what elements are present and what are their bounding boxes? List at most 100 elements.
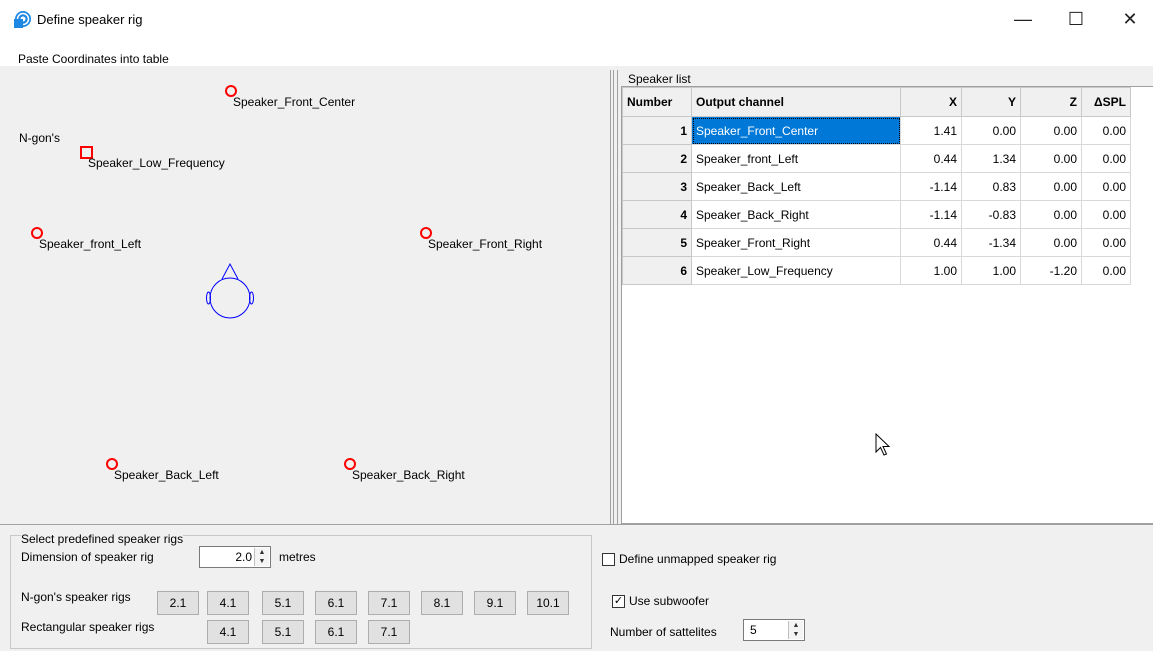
cell-y[interactable]: 1.34 bbox=[961, 144, 1021, 173]
column-header-y[interactable]: Y bbox=[961, 87, 1021, 117]
unmapped-rig-checkbox[interactable]: Define unmapped speaker rig bbox=[602, 552, 776, 566]
menu-paste-coordinates[interactable]: Paste Coordinates into table bbox=[18, 52, 169, 66]
cell-z[interactable]: 0.00 bbox=[1020, 116, 1082, 145]
cell-delta-spl[interactable]: 0.00 bbox=[1081, 228, 1131, 257]
cell-delta-spl[interactable]: 0.00 bbox=[1081, 200, 1131, 229]
ngon-rig-button-8-1[interactable]: 8.1 bbox=[421, 591, 463, 615]
satellites-spinbox[interactable]: 5 ▲ ▼ bbox=[743, 619, 805, 641]
predefined-rigs-title: Select predefined speaker rigs bbox=[21, 532, 184, 546]
ngon-rig-button-4-1[interactable]: 4.1 bbox=[207, 591, 249, 615]
speaker-label-front-right: Speaker_Front_Right bbox=[428, 237, 543, 251]
cell-z[interactable]: 0.00 bbox=[1020, 172, 1082, 201]
cell-x[interactable]: -1.14 bbox=[900, 200, 962, 229]
cell-delta-spl[interactable]: 0.00 bbox=[1081, 116, 1131, 145]
maximize-button[interactable]: ☐ bbox=[1053, 0, 1099, 38]
rect-rig-button-5-1[interactable]: 5.1 bbox=[262, 620, 304, 644]
cell-output-channel[interactable]: Speaker_Low_Frequency bbox=[691, 256, 901, 285]
column-header-delta-spl[interactable]: ΔSPL bbox=[1081, 87, 1131, 117]
subwoofer-checkbox[interactable]: ✓ Use subwoofer bbox=[612, 594, 709, 608]
satellites-label: Number of sattelites bbox=[610, 625, 717, 639]
cell-output-channel[interactable]: Speaker_Front_Right bbox=[691, 228, 901, 257]
close-button[interactable]: ✕ bbox=[1107, 0, 1153, 38]
table-row[interactable]: 4 Speaker_Back_Right -1.14 -0.83 0.00 0.… bbox=[622, 200, 1131, 229]
rect-rigs-label: Rectangular speaker rigs bbox=[21, 620, 155, 634]
checkmark-icon[interactable]: ✓ bbox=[612, 594, 625, 608]
speaker-label-back-right: Speaker_Back_Right bbox=[352, 468, 465, 482]
ngon-rig-button-10-1[interactable]: 10.1 bbox=[527, 591, 569, 615]
spin-up-down-icon[interactable]: ▲ ▼ bbox=[254, 548, 269, 566]
cell-output-channel[interactable]: Speaker_Back_Right bbox=[691, 200, 901, 229]
cell-z[interactable]: -1.20 bbox=[1020, 256, 1082, 285]
column-header-output-channel[interactable]: Output channel bbox=[691, 87, 901, 117]
cell-x[interactable]: 0.44 bbox=[900, 228, 962, 257]
speaker-layout-canvas[interactable]: N-gon's Speaker_Front_Center Speaker_Low… bbox=[8, 70, 609, 522]
title-bar: Define speaker rig — ☐ ✕ bbox=[0, 0, 1153, 38]
row-number[interactable]: 5 bbox=[622, 228, 692, 257]
cell-z[interactable]: 0.00 bbox=[1020, 228, 1082, 257]
cell-delta-spl[interactable]: 0.00 bbox=[1081, 144, 1131, 173]
ngon-rig-button-9-1[interactable]: 9.1 bbox=[474, 591, 516, 615]
cell-output-channel[interactable]: Speaker_Back_Left bbox=[691, 172, 901, 201]
cell-y[interactable]: -1.34 bbox=[961, 228, 1021, 257]
ngon-rig-button-5-1[interactable]: 5.1 bbox=[262, 591, 304, 615]
minimize-button[interactable]: — bbox=[1000, 0, 1046, 38]
cell-x[interactable]: 1.00 bbox=[900, 256, 962, 285]
mouse-cursor-icon bbox=[875, 433, 891, 456]
spin-up-down-icon[interactable]: ▲ ▼ bbox=[788, 621, 803, 639]
cell-z[interactable]: 0.00 bbox=[1020, 200, 1082, 229]
table-row[interactable]: 1 Speaker_Front_Center 1.41 0.00 0.00 0.… bbox=[622, 116, 1131, 145]
speaker-list-caption: Speaker list bbox=[626, 72, 693, 86]
bottom-panel: Select predefined speaker rigs Dimension… bbox=[0, 524, 1153, 651]
speaker-table-frame[interactable]: Number Output channel X Y Z ΔSPL 1 Speak… bbox=[621, 86, 1153, 524]
speaker-table[interactable]: Number Output channel X Y Z ΔSPL 1 Speak… bbox=[622, 87, 1131, 285]
dimension-label: Dimension of speaker rig bbox=[21, 550, 154, 564]
column-header-z[interactable]: Z bbox=[1020, 87, 1082, 117]
panel-splitter[interactable] bbox=[610, 70, 618, 525]
ngon-rig-button-6-1[interactable]: 6.1 bbox=[315, 591, 357, 615]
rect-rig-button-7-1[interactable]: 7.1 bbox=[368, 620, 410, 644]
cell-z[interactable]: 0.00 bbox=[1020, 144, 1082, 173]
unmapped-checkbox-label: Define unmapped speaker rig bbox=[619, 552, 777, 566]
cell-output-channel[interactable]: Speaker_front_Left bbox=[691, 144, 901, 173]
dimension-unit: metres bbox=[279, 550, 316, 564]
cell-x[interactable]: 0.44 bbox=[900, 144, 962, 173]
dimension-value: 2.0 bbox=[235, 550, 252, 564]
window-title: Define speaker rig bbox=[37, 12, 143, 27]
cell-x[interactable]: -1.14 bbox=[900, 172, 962, 201]
cell-y[interactable]: -0.83 bbox=[961, 200, 1021, 229]
satellites-value: 5 bbox=[750, 623, 757, 637]
table-row[interactable]: 3 Speaker_Back_Left -1.14 0.83 0.00 0.00 bbox=[622, 172, 1131, 201]
cell-delta-spl[interactable]: 0.00 bbox=[1081, 172, 1131, 201]
ngon-rigs-label: N-gon's speaker rigs bbox=[21, 590, 131, 604]
speaker-label-back-left: Speaker_Back_Left bbox=[114, 468, 219, 482]
table-header-row: Number Output channel X Y Z ΔSPL bbox=[622, 87, 1131, 117]
row-number[interactable]: 2 bbox=[622, 144, 692, 173]
cell-output-channel[interactable]: Speaker_Front_Center bbox=[691, 116, 901, 145]
cell-y[interactable]: 0.00 bbox=[961, 116, 1021, 145]
speaker-list-group: Number Output channel X Y Z ΔSPL 1 Speak… bbox=[620, 72, 1153, 524]
rect-rig-button-6-1[interactable]: 6.1 bbox=[315, 620, 357, 644]
rect-rig-button-4-1[interactable]: 4.1 bbox=[207, 620, 249, 644]
row-number[interactable]: 6 bbox=[622, 256, 692, 285]
ngon-rig-button-2-1[interactable]: 2.1 bbox=[157, 591, 199, 615]
unmapped-checkbox-box[interactable] bbox=[602, 552, 615, 566]
app-icon bbox=[14, 11, 31, 28]
table-row[interactable]: 6 Speaker_Low_Frequency 1.00 1.00 -1.20 … bbox=[622, 256, 1131, 285]
row-number[interactable]: 3 bbox=[622, 172, 692, 201]
cell-y[interactable]: 1.00 bbox=[961, 256, 1021, 285]
row-number[interactable]: 1 bbox=[622, 116, 692, 145]
speaker-label-low-frequency: Speaker_Low_Frequency bbox=[88, 156, 225, 170]
column-header-x[interactable]: X bbox=[900, 87, 962, 117]
row-number[interactable]: 4 bbox=[622, 200, 692, 229]
cell-x[interactable]: 1.41 bbox=[900, 116, 962, 145]
table-row[interactable]: 5 Speaker_Front_Right 0.44 -1.34 0.00 0.… bbox=[622, 228, 1131, 257]
subwoofer-checkbox-label: Use subwoofer bbox=[629, 594, 710, 608]
cell-y[interactable]: 0.83 bbox=[961, 172, 1021, 201]
dimension-spinbox[interactable]: 2.0 ▲ ▼ bbox=[199, 546, 271, 568]
table-row[interactable]: 2 Speaker_front_Left 0.44 1.34 0.00 0.00 bbox=[622, 144, 1131, 173]
cell-delta-spl[interactable]: 0.00 bbox=[1081, 256, 1131, 285]
splitter-grip bbox=[613, 70, 616, 525]
column-header-number[interactable]: Number bbox=[622, 87, 692, 117]
menu-bar: Paste Coordinates into table bbox=[0, 38, 1153, 66]
ngon-rig-button-7-1[interactable]: 7.1 bbox=[368, 591, 410, 615]
